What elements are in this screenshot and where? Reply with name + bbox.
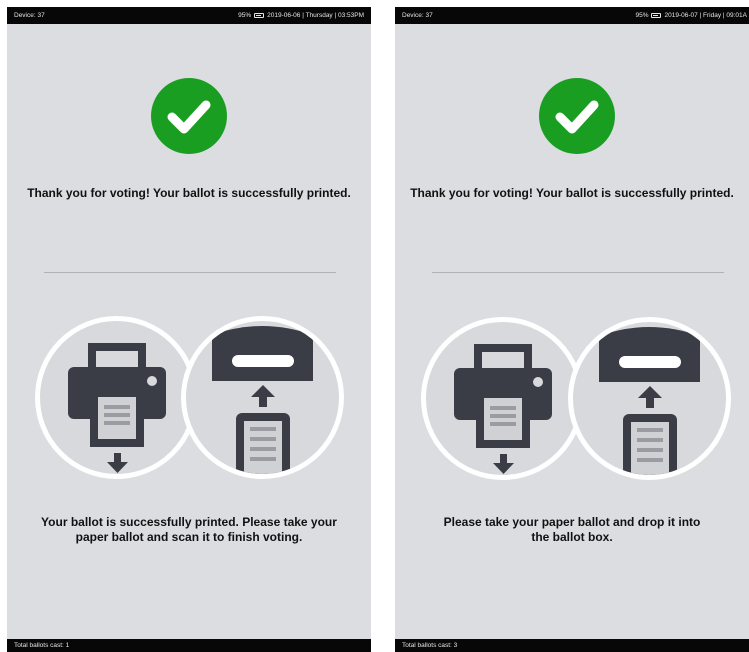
ballots-cast: Total ballots cast: 1 xyxy=(14,642,70,649)
bottom-bar: Total ballots cast: 3 xyxy=(395,639,749,652)
thank-you-heading: Thank you for voting! Your ballot is suc… xyxy=(410,186,734,200)
voting-screen-2: Device: 37 95% 2019-06-07 | Friday | 09:… xyxy=(395,7,749,652)
battery-icon xyxy=(651,13,662,18)
battery-level: 95% xyxy=(238,12,252,19)
status-right: 95% 2019-06-06 | Thursday | 03:53PM xyxy=(238,7,364,24)
date-time: 2019-06-07 | Friday | 09:01A xyxy=(664,12,747,19)
ballot-box-illustration xyxy=(181,316,344,479)
ballots-cast: Total ballots cast: 3 xyxy=(402,642,458,649)
ballot-box-icon xyxy=(212,326,313,474)
check-circle-icon xyxy=(539,78,615,154)
voting-screen-1: Device: 37 95% 2019-06-06 | Thursday | 0… xyxy=(7,7,371,652)
instruction-text: Your ballot is successfully printed. Ple… xyxy=(41,515,337,544)
divider xyxy=(432,272,724,273)
printer-illustration xyxy=(35,316,198,479)
ballot-box-icon xyxy=(599,327,700,475)
battery-level: 95% xyxy=(635,12,649,19)
thank-you-heading: Thank you for voting! Your ballot is suc… xyxy=(27,186,351,200)
printer-icon xyxy=(68,343,166,473)
check-circle-icon xyxy=(151,78,227,154)
date-time: 2019-06-06 | Thursday | 03:53PM xyxy=(267,12,364,19)
status-bar: Device: 37 95% 2019-06-07 | Friday | 09:… xyxy=(395,7,749,24)
bottom-bar: Total ballots cast: 1 xyxy=(7,639,371,652)
printer-illustration xyxy=(421,317,584,480)
instruction-text: Please take your paper ballot and drop i… xyxy=(443,515,701,544)
device-id: Device: 37 xyxy=(14,12,45,19)
status-bar: Device: 37 95% 2019-06-06 | Thursday | 0… xyxy=(7,7,371,24)
status-right: 95% 2019-06-07 | Friday | 09:01A xyxy=(635,7,747,24)
device-id: Device: 37 xyxy=(402,12,433,19)
ballot-box-illustration xyxy=(568,317,731,480)
printer-icon xyxy=(454,344,552,474)
battery-icon xyxy=(254,13,265,18)
divider xyxy=(44,272,336,273)
